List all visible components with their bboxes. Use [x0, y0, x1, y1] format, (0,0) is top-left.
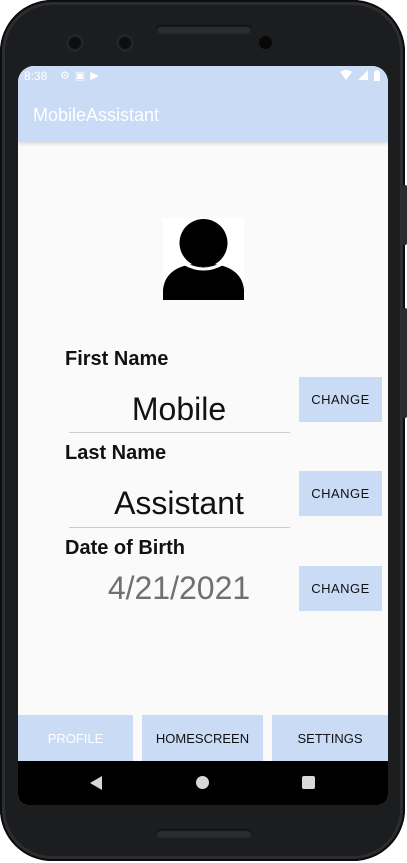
recent-apps-icon[interactable] — [302, 776, 315, 789]
last-name-label: Last Name — [65, 442, 167, 464]
earpiece-speaker — [156, 25, 252, 34]
front-camera-icon — [66, 34, 84, 52]
first-name-field[interactable]: Mobile — [68, 391, 290, 428]
change-last-name-button[interactable]: CHANGE — [299, 471, 382, 516]
date-of-birth-field[interactable]: 4/21/2021 — [68, 570, 290, 607]
last-name-underline — [69, 527, 290, 528]
status-bar: 8:38 ⚙▣▶ — [18, 66, 388, 88]
power-button — [402, 185, 407, 245]
system-nav-bar — [18, 761, 388, 805]
avatar — [163, 218, 244, 300]
phone-frame: 8:38 ⚙▣▶ MobileAssistant First Name Mobi… — [0, 0, 407, 861]
status-time: 8:38 — [24, 69, 48, 83]
change-date-of-birth-button[interactable]: CHANGE — [299, 566, 382, 611]
app-title: MobileAssistant — [33, 105, 160, 125]
status-system-icons — [339, 69, 380, 81]
tab-settings[interactable]: SETTINGS — [272, 715, 388, 761]
cellular-icon — [357, 70, 368, 81]
volume-button — [402, 308, 407, 418]
wifi-icon — [339, 70, 352, 81]
change-first-name-button[interactable]: CHANGE — [299, 377, 382, 422]
first-name-label: First Name — [65, 348, 169, 370]
front-sensor-icon — [116, 34, 134, 52]
screen: 8:38 ⚙▣▶ MobileAssistant First Name Mobi… — [18, 66, 388, 805]
tab-profile[interactable]: PROFILE — [18, 715, 133, 761]
image-icon: ▣ — [74, 70, 91, 82]
play-store-icon: ▶ — [90, 70, 104, 82]
bottom-speaker — [156, 829, 252, 838]
proximity-sensor-icon — [259, 36, 272, 49]
gear-icon: ⚙ — [60, 70, 75, 82]
status-notification-icons: ⚙▣▶ — [60, 69, 104, 82]
app-bar: MobileAssistant — [18, 88, 388, 142]
date-of-birth-label: Date of Birth — [65, 537, 185, 559]
tab-homescreen[interactable]: HOMESCREEN — [142, 715, 263, 761]
back-icon[interactable] — [90, 776, 102, 790]
first-name-underline — [69, 432, 290, 433]
person-icon — [163, 219, 244, 300]
last-name-field[interactable]: Assistant — [68, 485, 290, 522]
home-icon[interactable] — [196, 776, 209, 789]
battery-icon — [374, 69, 380, 81]
